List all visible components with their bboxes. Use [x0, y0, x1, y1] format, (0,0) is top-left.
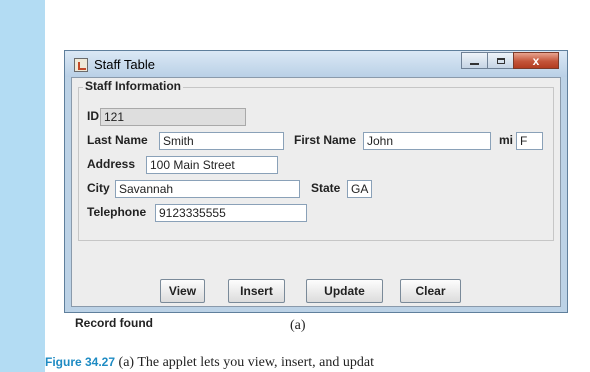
telephone-field[interactable]: 9123335555 [155, 204, 307, 222]
insert-button[interactable]: Insert [228, 279, 285, 303]
id-field: 121 [100, 108, 246, 126]
page-margin-band [0, 0, 45, 372]
figure-label: Figure 34.27 [45, 355, 116, 369]
telephone-label: Telephone [87, 205, 147, 219]
last-name-field[interactable]: Smith [159, 132, 284, 150]
mi-field[interactable]: F [516, 132, 543, 150]
update-button[interactable]: Update [306, 279, 383, 303]
window-content: Staff Information ID 121 Last Name Smith… [71, 77, 561, 330]
city-field[interactable]: Savannah [115, 180, 300, 198]
state-field[interactable]: GA [347, 180, 372, 198]
group-title: Staff Information [83, 79, 183, 93]
figure-caption-text: (a) The applet lets you view, insert, an… [118, 355, 374, 370]
first-name-label: First Name [294, 133, 357, 147]
first-name-field[interactable]: John [363, 132, 491, 150]
close-icon: x [532, 53, 540, 68]
minimize-button[interactable] [461, 52, 488, 69]
last-name-label: Last Name [87, 133, 148, 147]
state-label: State [311, 181, 341, 195]
address-field[interactable]: 100 Main Street [146, 156, 278, 174]
maximize-icon [496, 57, 505, 64]
status-text: Record found [75, 316, 153, 330]
id-label: ID [87, 109, 99, 123]
staff-table-window: Staff Table x Staff Information ID 121 L… [64, 50, 568, 330]
title-bar[interactable]: Staff Table x [65, 51, 567, 77]
view-button[interactable]: View [160, 279, 205, 303]
java-app-icon [74, 58, 88, 72]
maximize-button[interactable] [487, 52, 514, 69]
address-label: Address [87, 157, 136, 171]
window-title: Staff Table [94, 57, 155, 72]
window-controls: x [461, 52, 559, 69]
mi-label: mi [499, 133, 514, 147]
minimize-icon [470, 62, 479, 65]
figure-caption: Figure 34.27 (a) The applet lets you vie… [45, 355, 374, 371]
subfigure-caption: (a) [290, 318, 306, 333]
staff-information-group: Staff Information ID 121 Last Name Smith… [78, 79, 554, 241]
clear-button[interactable]: Clear [400, 279, 461, 303]
city-label: City [87, 181, 110, 195]
close-button[interactable]: x [513, 52, 559, 69]
